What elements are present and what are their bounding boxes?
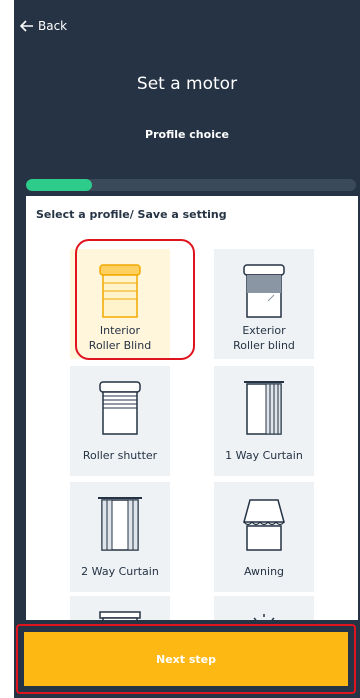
tile-label: Roller shutter xyxy=(82,449,158,462)
tile-label-line-1: Interior xyxy=(99,324,141,337)
progress-fill xyxy=(26,179,92,191)
awning-icon xyxy=(243,499,285,551)
back-label: Back xyxy=(38,19,68,33)
page-subtitle: Profile choice xyxy=(145,128,229,141)
roller-shutter-icon xyxy=(99,381,141,435)
profile-tile-1-way-curtain[interactable]: 1 Way Curtain xyxy=(214,366,314,476)
tile-label: 2 Way Curtain xyxy=(81,565,159,578)
tile-label-line-2: Roller Blind xyxy=(88,339,152,352)
profile-tile-light[interactable] xyxy=(214,596,314,620)
exterior-roller-blind-icon xyxy=(243,264,285,318)
top-bar: Back xyxy=(14,0,360,52)
tile-label-line-2: Roller blind xyxy=(233,339,295,352)
next-step-button[interactable]: Next step xyxy=(24,632,348,686)
app-screen: Back Set a motor Profile choice Select a… xyxy=(14,0,360,698)
back-button[interactable]: Back xyxy=(20,16,67,36)
profile-tile-awning[interactable]: Awning xyxy=(214,482,314,592)
profile-tile-roller-shutter[interactable]: Roller shutter xyxy=(70,366,170,476)
profile-tile-2-way-curtain[interactable]: 2 Way Curtain xyxy=(70,482,170,592)
profile-tile-exterior-roller-blind[interactable]: Exterior Roller blind xyxy=(214,249,314,359)
footer: Next step xyxy=(14,624,360,698)
progress-bar xyxy=(26,179,356,191)
tile-label: 1 Way Curtain xyxy=(225,449,303,462)
tile-label-line-1: Exterior xyxy=(242,324,286,337)
light-bulb-icon xyxy=(253,614,275,620)
two-way-curtain-icon xyxy=(98,497,142,551)
page-title: Set a motor xyxy=(136,74,238,94)
interior-roller-blind-icon xyxy=(99,264,141,318)
profile-tile-interior-roller-blind[interactable]: Interior Roller Blind xyxy=(70,249,170,359)
profile-tile-venetian-blind[interactable] xyxy=(70,596,170,620)
profile-grid: Interior Roller Blind Exterior Roller bl… xyxy=(26,196,358,620)
tile-label: Awning xyxy=(243,565,285,578)
venetian-blind-icon xyxy=(99,611,141,620)
profile-card: Select a profile/ Save a setting Interio… xyxy=(26,196,358,620)
arrow-left-icon xyxy=(20,20,33,32)
one-way-curtain-icon xyxy=(244,381,284,435)
